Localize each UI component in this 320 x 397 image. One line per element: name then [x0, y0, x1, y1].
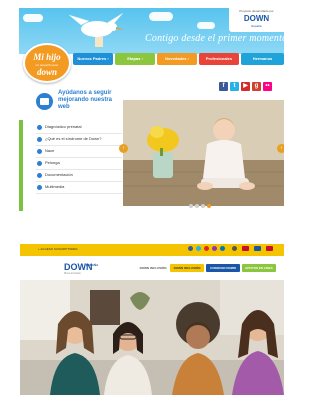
- spain-flag-icon[interactable]: [242, 246, 249, 251]
- menu-item-label: Documentación: [45, 172, 73, 177]
- feedback-prompt[interactable]: Ayúdanos a seguir mejorando nuestra web: [36, 90, 118, 120]
- bullet-icon: [37, 161, 42, 166]
- menu-item-label: Nace: [45, 148, 55, 153]
- top-utility-bar: + ACCESO SUSCRIPTORES: [20, 244, 284, 256]
- logo-caption: Plena inclusión: [64, 272, 81, 275]
- cloud-decoration: [23, 14, 43, 22]
- subscriber-access-link[interactable]: + ACCESO SUSCRIPTORES: [38, 247, 78, 251]
- utility-icons: [188, 246, 278, 254]
- bullet-icon: [37, 137, 42, 142]
- main-nav: DOWN INCLUSIÓN DOWN INCLUSIÓN CONOCER DO…: [138, 264, 280, 272]
- main-nav: Nuevos Padres › Etapas › Novedades › Pro…: [73, 53, 284, 65]
- menu-item-label: Multimedia: [45, 184, 65, 189]
- nav-novedades[interactable]: Novedades ›: [157, 53, 197, 65]
- cloud-decoration: [197, 22, 215, 29]
- menu-item[interactable]: Nace: [36, 146, 122, 158]
- sponsor-caption: Proyecto desarrollado por: [239, 9, 274, 13]
- logo-sub: ESPAÑA: [86, 263, 99, 267]
- menu-item-label: Diagnóstico prenatal: [45, 124, 82, 129]
- menu-item-label: ¿Qué es el síndrome de Down?: [45, 136, 102, 141]
- slider-next-button[interactable]: ›: [277, 144, 284, 153]
- nav-hermanos[interactable]: Hermanos: [241, 53, 284, 65]
- bullet-icon: [37, 125, 42, 130]
- bullet-icon: [37, 173, 42, 178]
- side-menu: Diagnóstico prenatal ¿Qué es el síndrome…: [36, 122, 122, 194]
- menu-item-label: Pelonga: [45, 160, 60, 165]
- nav-profesionales[interactable]: Profesionales: [199, 53, 239, 65]
- nav-button-green[interactable]: APOYOS EN LÍNEA: [242, 264, 276, 272]
- flickr-icon[interactable]: ••: [263, 82, 272, 91]
- hero-slider-image: [123, 100, 284, 206]
- stork-illustration: [68, 12, 124, 47]
- slider-pagination: [189, 204, 219, 209]
- twitter-icon[interactable]: [196, 246, 201, 251]
- twitter-icon[interactable]: t: [230, 82, 239, 91]
- accessibility-icon[interactable]: [254, 246, 261, 251]
- feedback-text: Ayúdanos a seguir mejorando nuestra web: [58, 90, 113, 110]
- search-icon[interactable]: [232, 246, 237, 251]
- language-icon[interactable]: [266, 246, 273, 251]
- youtube-icon[interactable]: [204, 246, 209, 251]
- sponsor-name: DOWN: [243, 14, 270, 23]
- screenshot-mi-hijo-down: Contigo desde el primer momento Proyecto…: [19, 8, 284, 211]
- facebook-icon[interactable]: [188, 246, 193, 251]
- hero-photo: [20, 280, 284, 395]
- social-links: f t ▶ g ••: [219, 82, 281, 92]
- screenshot-down-espana: + ACCESO SUSCRIPTORES DOWN ESPAÑA Plena …: [20, 244, 284, 395]
- menu-item[interactable]: Documentación: [36, 170, 122, 182]
- menu-item[interactable]: Multimedia: [36, 182, 122, 194]
- menu-item[interactable]: Diagnóstico prenatal: [36, 122, 122, 134]
- down-espana-logo[interactable]: DOWN ESPAÑA Plena inclusión: [64, 262, 124, 278]
- cloud-decoration: [149, 12, 173, 21]
- mail-icon: [36, 93, 53, 110]
- nav-link[interactable]: DOWN INCLUSIÓN: [138, 264, 168, 272]
- bullet-icon: [37, 149, 42, 154]
- youtube-icon[interactable]: ▶: [241, 82, 250, 91]
- linkedin-icon[interactable]: [220, 246, 225, 251]
- site-logo[interactable]: Mi hijo un pequeño gran down: [23, 43, 71, 83]
- logo-line3: down: [36, 67, 57, 77]
- sponsor-badge[interactable]: Proyecto desarrollado por DOWN España: [229, 8, 284, 32]
- slide-dot-active[interactable]: [207, 204, 211, 208]
- nav-button-blue[interactable]: CONOCER DOWN: [206, 264, 240, 272]
- sponsor-sub: España: [251, 24, 262, 28]
- slide-dot[interactable]: [189, 204, 193, 208]
- sidebar-accent: [19, 120, 23, 211]
- menu-item[interactable]: ¿Qué es el síndrome de Down?: [36, 134, 122, 146]
- child-with-flowers-photo: [123, 100, 284, 206]
- menu-item[interactable]: Pelonga: [36, 158, 122, 170]
- google-plus-icon[interactable]: g: [252, 82, 261, 91]
- site-tagline: Contigo desde el primer momento: [145, 33, 284, 44]
- bullet-icon: [37, 185, 42, 190]
- slider-prev-button[interactable]: ‹: [119, 144, 128, 153]
- nav-etapas[interactable]: Etapas ›: [115, 53, 155, 65]
- slide-dot[interactable]: [201, 204, 205, 208]
- logo-line1: Mi hijo: [33, 52, 61, 62]
- facebook-icon[interactable]: f: [219, 82, 228, 91]
- nav-button-yellow[interactable]: DOWN INCLUSIÓN: [170, 264, 204, 272]
- nav-nuevos-padres[interactable]: Nuevos Padres ›: [73, 53, 113, 65]
- instagram-icon[interactable]: [212, 246, 217, 251]
- slide-dot[interactable]: [195, 204, 199, 208]
- group-of-women-photo: [20, 280, 284, 395]
